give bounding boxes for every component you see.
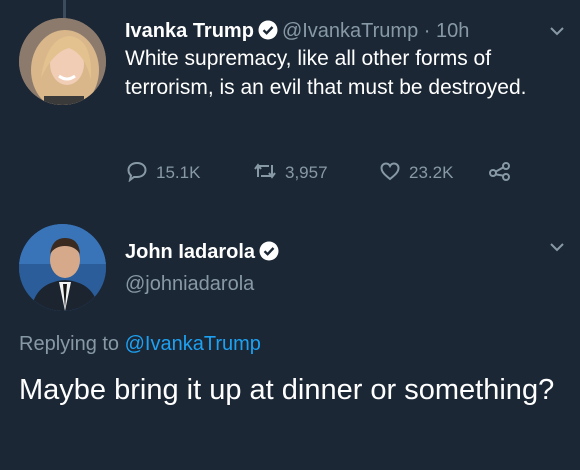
retweet-button[interactable]: 3,957	[253, 160, 379, 187]
timestamp[interactable]: 10h	[436, 20, 469, 42]
retweet-count: 3,957	[285, 163, 328, 182]
share-icon	[488, 160, 520, 187]
reply-count: 15.1K	[156, 163, 201, 182]
avatar-john[interactable]	[19, 224, 106, 311]
separator-dot: ·	[423, 20, 431, 42]
avatar-ivanka[interactable]	[19, 18, 106, 105]
like-count: 23.2K	[409, 163, 454, 182]
tweet-actions: 15.1K 3,957 23.2K	[126, 160, 520, 186]
author-handle[interactable]: @johniadarola	[125, 271, 254, 297]
author-name: John Iadarola	[125, 239, 283, 268]
tweet-text: White supremacy, like all other forms of…	[125, 47, 527, 99]
like-button[interactable]: 23.2K	[379, 160, 488, 187]
verified-badge-icon	[259, 241, 279, 268]
like-icon	[379, 160, 409, 187]
author-handle[interactable]: @IvankaTrump	[282, 20, 418, 42]
author-name-text[interactable]: John Iadarola	[125, 241, 255, 263]
replying-to: Replying to @IvankaTrump	[19, 331, 261, 357]
retweet-icon	[253, 160, 285, 187]
reply-tweet-text: Maybe bring it up at dinner or something…	[19, 374, 555, 406]
chevron-down-icon[interactable]	[549, 240, 565, 258]
tweet1-header: Ivanka Trump @IvankaTrump · 10h	[125, 18, 469, 47]
reply-icon	[126, 160, 156, 187]
chevron-down-icon[interactable]	[549, 24, 565, 42]
share-button[interactable]	[488, 160, 520, 187]
verified-badge-icon	[258, 20, 278, 47]
author-name[interactable]: Ivanka Trump	[125, 20, 254, 42]
replying-prefix: Replying to	[19, 333, 120, 355]
reply-button[interactable]: 15.1K	[126, 160, 253, 187]
thread-line	[63, 0, 66, 18]
replying-handle-link[interactable]: @IvankaTrump	[125, 333, 261, 355]
